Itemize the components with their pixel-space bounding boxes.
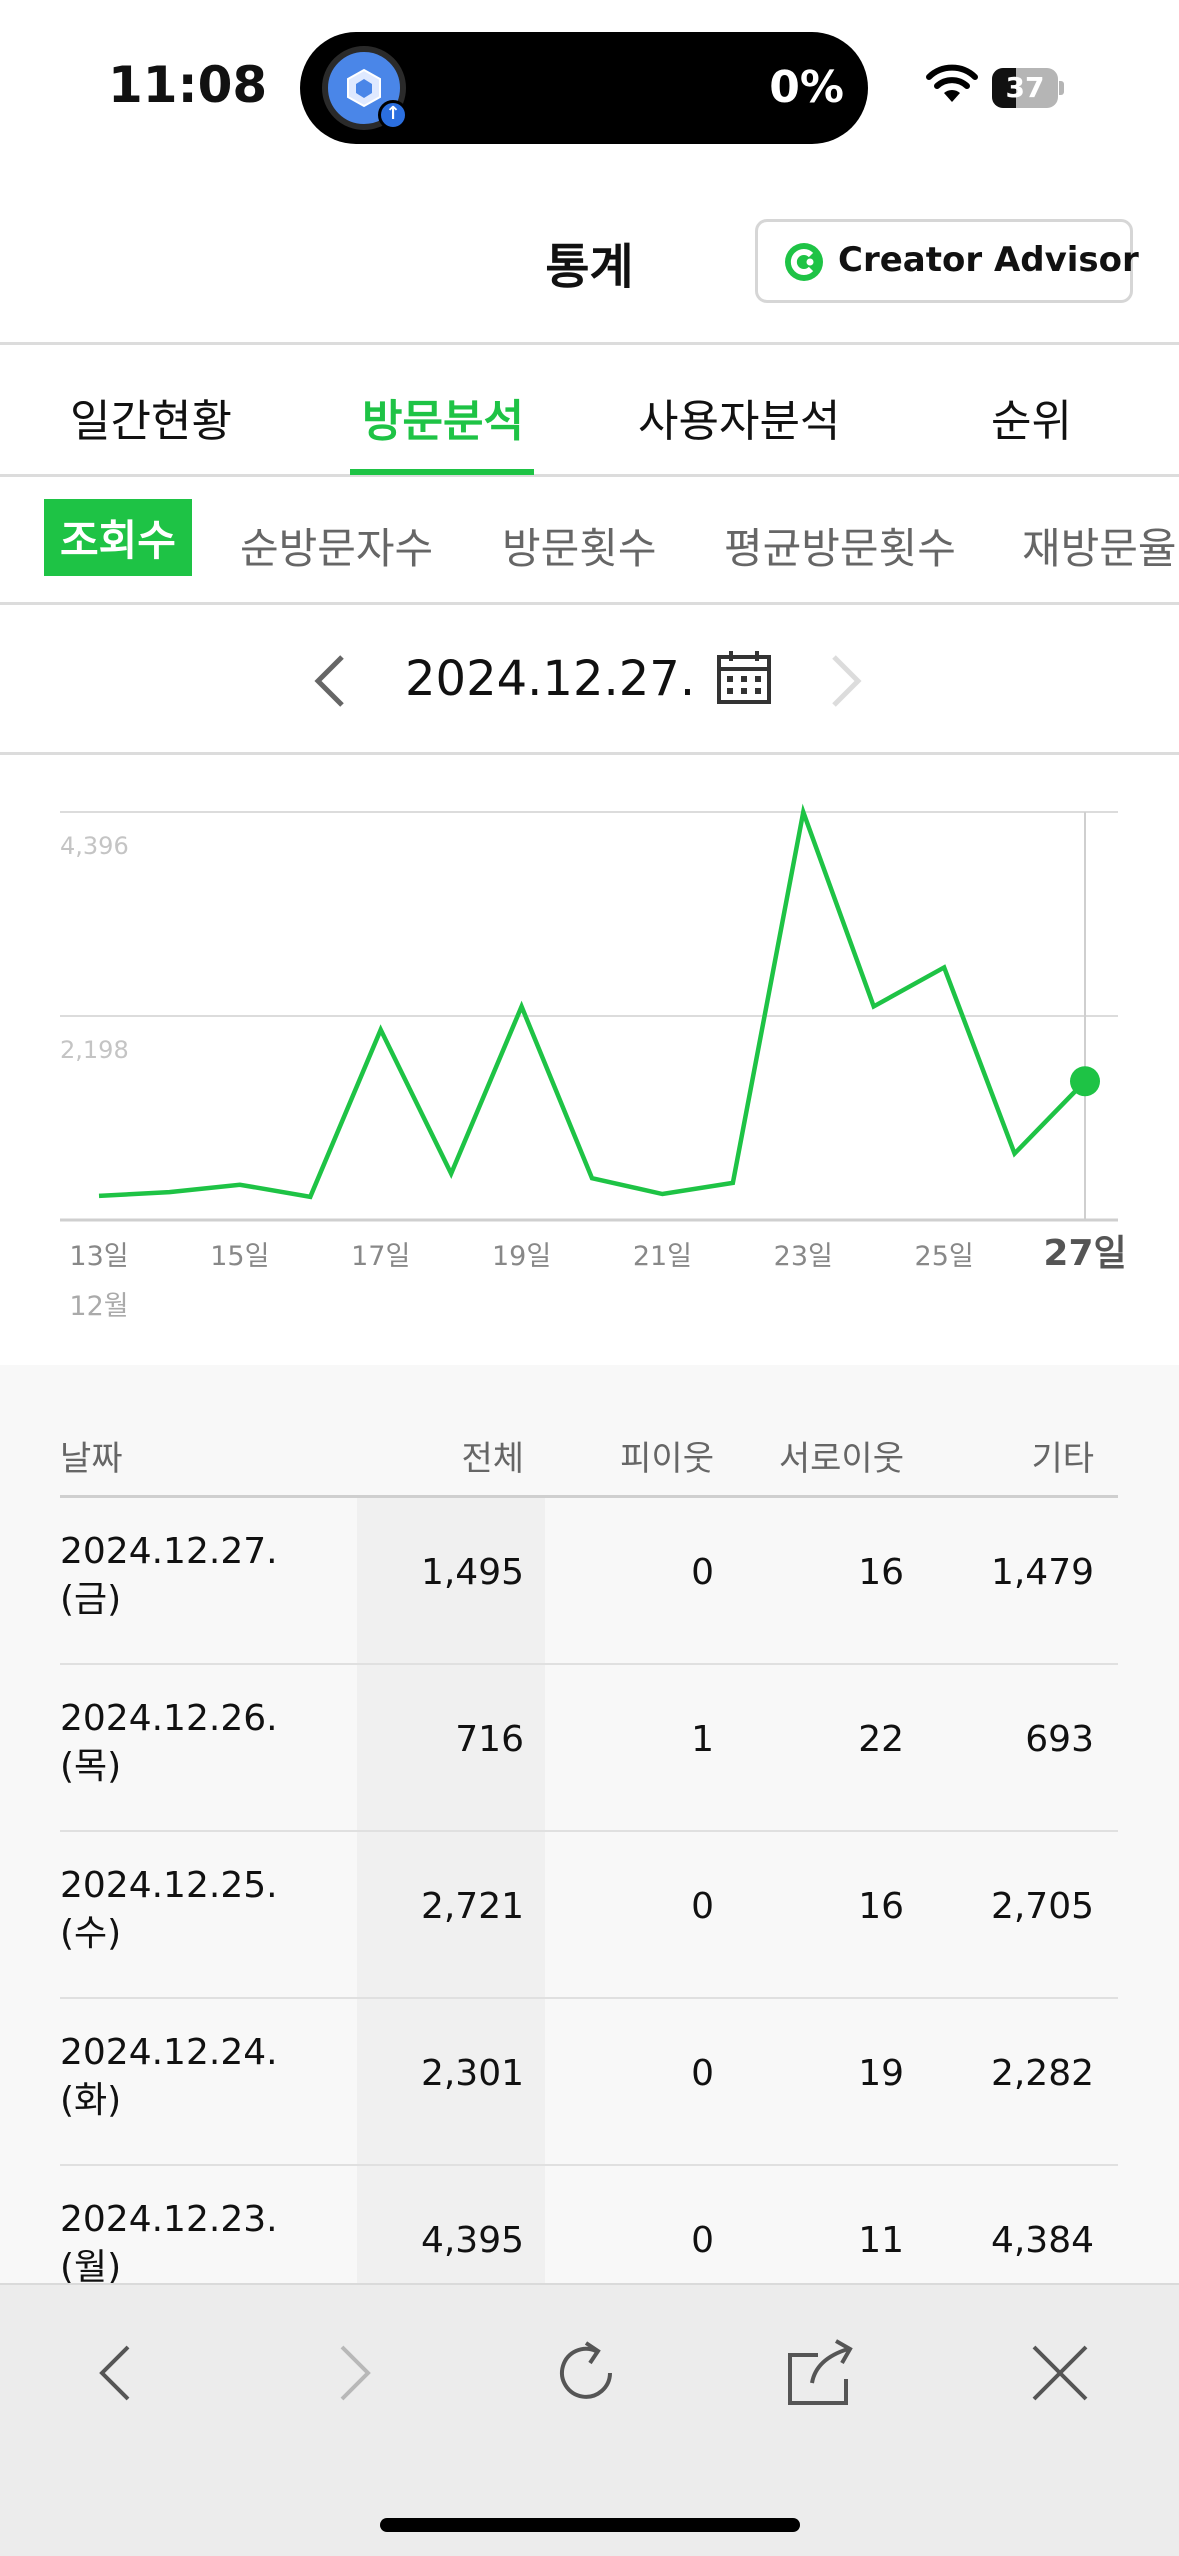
wifi-icon xyxy=(926,64,978,102)
tab-visit-analysis[interactable]: 방문분석 xyxy=(362,385,524,449)
subtab-revisit-rate[interactable]: 재방문율 xyxy=(1022,515,1177,576)
views-line-chart: 4,396 2,198 13일 15일 17일 19일 21일 23일 25일 27일 12월 xyxy=(0,755,1179,1365)
x-tick-label: 21일 xyxy=(633,1241,692,1272)
creator-advisor-button[interactable]: Creator Advisor xyxy=(755,219,1139,303)
battery-icon: 37 xyxy=(992,68,1064,108)
date-text: 2024.12.27. xyxy=(60,1531,278,1572)
cell-etc: 2,705 xyxy=(990,1886,1094,1927)
island-percent: 0% xyxy=(769,62,844,113)
cell-pi-neighbor: 0 xyxy=(691,2220,714,2261)
subtab-views[interactable]: 조회수 xyxy=(44,499,192,576)
next-date-icon[interactable] xyxy=(826,651,866,711)
home-indicator xyxy=(380,2518,800,2532)
current-date: 2024.12.27. xyxy=(405,651,696,707)
header-total: 전체 xyxy=(461,1439,524,1479)
tab-ranking[interactable]: 순위 xyxy=(991,385,1072,449)
creator-advisor-label: Creator Advisor xyxy=(838,240,1139,280)
cell-mutual-neighbor: 22 xyxy=(858,1719,904,1760)
tab-user-analysis[interactable]: 사용자분석 xyxy=(638,385,840,449)
x-tick-label: 23일 xyxy=(774,1241,833,1272)
subtab-visit-count[interactable]: 방문횟수 xyxy=(502,515,657,576)
cell-total: 2,301 xyxy=(420,2053,524,2094)
subtab-avg-visits[interactable]: 평균방문횟수 xyxy=(724,515,956,576)
table-row: 2024.12.26. (목) 716 1 22 693 xyxy=(0,1665,1179,1832)
chart-svg: 4,396 2,198 13일 15일 17일 19일 21일 23일 25일 27일 12월 xyxy=(60,803,1127,1322)
x-tick-label: 13일 xyxy=(69,1241,128,1272)
close-icon[interactable] xyxy=(1020,2333,1100,2413)
date-text: 2024.12.25. xyxy=(60,1865,278,1906)
y-tick-label: 2,198 xyxy=(60,1036,129,1064)
main-tabs: 일간현황 방문분석 사용자분석 순위 xyxy=(0,345,1179,477)
selected-point[interactable] xyxy=(1070,1066,1100,1097)
cell-pi-neighbor: 1 xyxy=(691,1719,714,1760)
x-tick-label: 27일 xyxy=(1043,1233,1126,1274)
cell-total: 1,495 xyxy=(420,1552,524,1593)
views-series-line xyxy=(98,803,1087,1200)
calendar-icon[interactable] xyxy=(716,649,772,705)
header-etc: 기타 xyxy=(1031,1439,1094,1479)
date-text: 2024.12.23. xyxy=(60,2199,278,2240)
cell-etc: 4,384 xyxy=(990,2220,1094,2261)
weekday-text: (화) xyxy=(60,2080,122,2121)
cell-mutual-neighbor: 11 xyxy=(858,2220,904,2261)
table-row: 2024.12.25. (수) 2,721 0 16 2,705 xyxy=(0,1832,1179,1999)
weekday-text: (목) xyxy=(60,1746,122,1787)
cell-date: 2024.12.23. (월) xyxy=(60,2196,278,2292)
table-row: 2024.12.27. (금) 1,495 0 16 1,479 xyxy=(0,1498,1179,1665)
dynamic-island: ↑ 0% xyxy=(300,32,868,144)
share-icon[interactable] xyxy=(782,2333,862,2413)
cell-pi-neighbor: 0 xyxy=(691,1552,714,1593)
cell-total: 2,721 xyxy=(420,1886,524,1927)
x-tick-label: 17일 xyxy=(351,1241,410,1272)
y-tick-label: 4,396 xyxy=(60,832,129,860)
browser-toolbar xyxy=(0,2283,1179,2556)
cell-etc: 2,282 xyxy=(990,2053,1094,2094)
cell-etc: 1,479 xyxy=(990,1552,1094,1593)
subtab-unique-visitors[interactable]: 순방문자수 xyxy=(240,515,433,576)
cell-mutual-neighbor: 16 xyxy=(858,1886,904,1927)
cell-date: 2024.12.24. (화) xyxy=(60,2029,278,2125)
table-row: 2024.12.24. (화) 2,301 0 19 2,282 xyxy=(0,1999,1179,2166)
back-icon[interactable] xyxy=(78,2333,158,2413)
x-month-label: 12월 xyxy=(69,1291,128,1322)
cell-date: 2024.12.27. (금) xyxy=(60,1528,278,1624)
cell-mutual-neighbor: 16 xyxy=(858,1552,904,1593)
cell-date: 2024.12.26. (목) xyxy=(60,1695,278,1791)
x-tick-label: 15일 xyxy=(210,1241,269,1272)
reload-icon[interactable] xyxy=(548,2333,628,2413)
active-tab-indicator xyxy=(350,469,534,475)
forward-icon[interactable] xyxy=(312,2333,392,2413)
tab-daily-status[interactable]: 일간현황 xyxy=(70,385,232,449)
date-text: 2024.12.26. xyxy=(60,1698,278,1739)
creator-advisor-logo-icon xyxy=(785,243,823,281)
status-time: 11:08 xyxy=(108,56,268,114)
cell-total: 716 xyxy=(455,1719,524,1760)
upload-app-icon: ↑ xyxy=(322,46,408,130)
cell-total: 4,395 xyxy=(420,2220,524,2261)
stats-table: 날짜 전체 피이웃 서로이웃 기타 2024.12.27. (금) 1,495 0 16… xyxy=(0,1365,1179,2333)
x-tick-label: 25일 xyxy=(915,1241,974,1272)
header: 통계 Creator Advisor xyxy=(0,175,1179,345)
sub-tabs: 조회수 순방문자수 방문횟수 평균방문횟수 재방문율 xyxy=(0,477,1179,605)
date-text: 2024.12.24. xyxy=(60,2032,278,2073)
x-tick-label: 19일 xyxy=(492,1241,551,1272)
cell-mutual-neighbor: 19 xyxy=(858,2053,904,2094)
header-mutual-neighbor: 서로이웃 xyxy=(778,1439,904,1479)
cell-pi-neighbor: 0 xyxy=(691,1886,714,1927)
header-date: 날짜 xyxy=(60,1439,123,1479)
date-navigator: 2024.12.27. xyxy=(0,605,1179,755)
weekday-text: (수) xyxy=(60,1913,122,1954)
header-pi-neighbor: 피이웃 xyxy=(620,1439,714,1479)
cell-etc: 693 xyxy=(1025,1719,1094,1760)
cell-pi-neighbor: 0 xyxy=(691,2053,714,2094)
battery-level: 37 xyxy=(1005,71,1045,104)
cell-date: 2024.12.25. (수) xyxy=(60,1862,278,1958)
status-bar: 11:08 ↑ 0% 37 xyxy=(0,0,1179,175)
weekday-text: (금) xyxy=(60,1579,122,1620)
prev-date-icon[interactable] xyxy=(310,651,350,711)
